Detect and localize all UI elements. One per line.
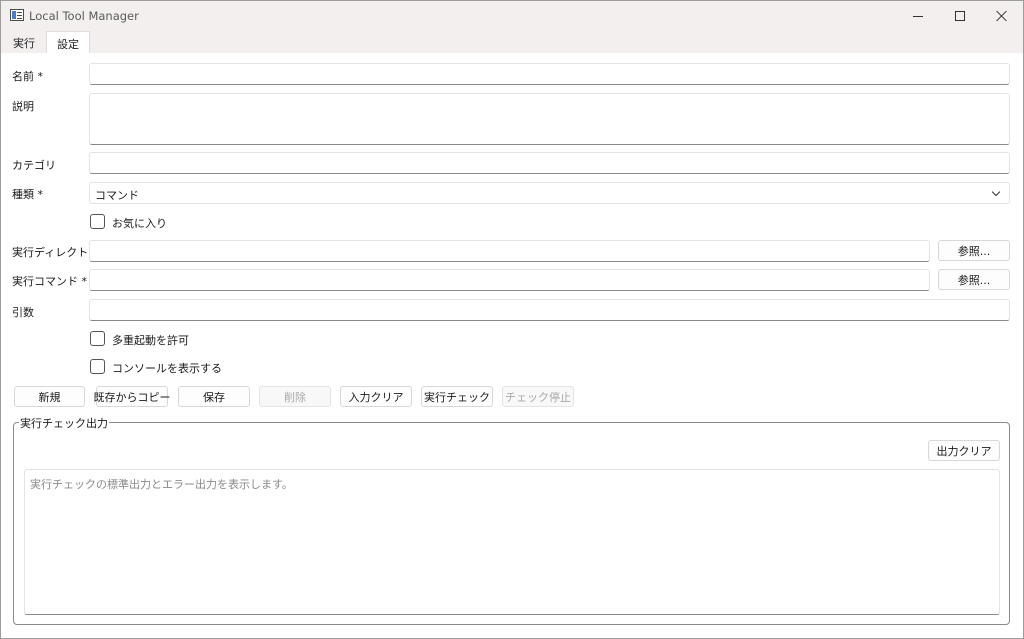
- tab-bar: 実行 設定: [1, 31, 1023, 53]
- app-window: Local Tool Manager 実行 設定 名前 * 説明 カテゴリ 種類…: [0, 0, 1024, 639]
- delete-button[interactable]: 削除: [259, 386, 331, 407]
- type-select[interactable]: コマンド: [89, 182, 1010, 204]
- stop-check-button[interactable]: チェック停止: [502, 386, 574, 407]
- show-console-label: コンソールを表示する: [112, 362, 222, 375]
- window-title: Local Tool Manager: [29, 9, 139, 23]
- save-button[interactable]: 保存: [178, 386, 250, 407]
- app-icon: [10, 9, 24, 21]
- new-button[interactable]: 新規: [14, 386, 85, 407]
- command-input[interactable]: [89, 269, 930, 291]
- tab-settings[interactable]: 設定: [46, 31, 90, 53]
- workdir-label: 実行ディレクトリ: [12, 246, 100, 259]
- command-browse-button[interactable]: 参照...: [938, 269, 1010, 290]
- settings-panel: 名前 * 説明 カテゴリ 種類 * コマンド お気に入り 実行ディレクトリ 参照…: [1, 53, 1023, 638]
- description-label: 説明: [12, 100, 34, 113]
- workdir-input[interactable]: [89, 240, 930, 262]
- maximize-icon: [955, 11, 965, 21]
- name-label: 名前 *: [12, 70, 43, 83]
- minimize-button[interactable]: [896, 1, 940, 31]
- output-textarea[interactable]: 実行チェックの標準出力とエラー出力を表示します。: [24, 469, 1000, 615]
- output-placeholder: 実行チェックの標準出力とエラー出力を表示します。: [30, 478, 293, 491]
- maximize-button[interactable]: [938, 1, 982, 31]
- multi-launch-checkbox[interactable]: [90, 331, 105, 346]
- category-input[interactable]: [89, 152, 1010, 174]
- name-input[interactable]: [89, 63, 1010, 85]
- description-textarea[interactable]: [89, 93, 1010, 145]
- close-icon: [996, 10, 1008, 22]
- run-check-button[interactable]: 実行チェック: [421, 386, 493, 407]
- workdir-browse-button[interactable]: 参照...: [938, 240, 1010, 261]
- favorite-checkbox[interactable]: [90, 214, 105, 229]
- clear-output-button[interactable]: 出力クリア: [928, 440, 1000, 461]
- show-console-checkbox[interactable]: [90, 359, 105, 374]
- category-label: カテゴリ: [12, 159, 56, 172]
- type-select-value: コマンド: [95, 189, 139, 202]
- title-bar: Local Tool Manager: [1, 1, 1023, 31]
- chevron-down-icon: [991, 187, 1001, 197]
- args-label: 引数: [12, 306, 34, 319]
- minimize-icon: [913, 15, 923, 17]
- clear-input-button[interactable]: 入力クリア: [340, 386, 412, 407]
- close-button[interactable]: [980, 1, 1023, 31]
- favorite-label: お気に入り: [112, 217, 167, 230]
- command-label: 実行コマンド *: [12, 275, 87, 288]
- tab-run[interactable]: 実行: [3, 31, 45, 53]
- copy-existing-button[interactable]: 既存からコピー: [94, 386, 171, 407]
- output-group-title: 実行チェック出力: [19, 415, 109, 431]
- type-label: 種類 *: [12, 188, 43, 201]
- multi-launch-label: 多重起動を許可: [112, 334, 189, 347]
- args-input[interactable]: [89, 299, 1010, 321]
